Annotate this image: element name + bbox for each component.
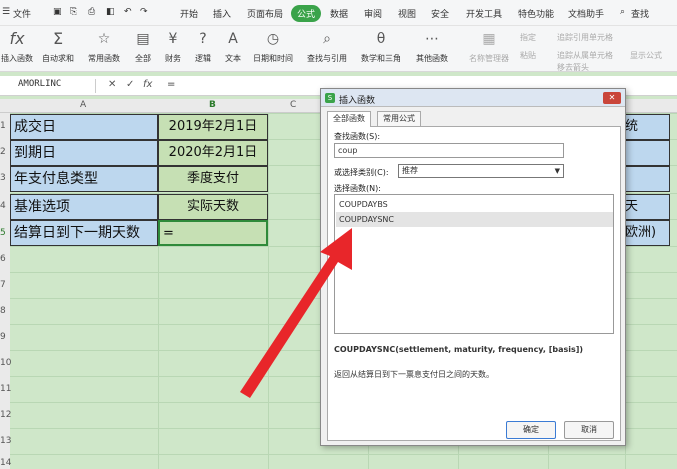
arrow-shape — [240, 228, 352, 398]
red-arrow-annotation — [240, 228, 352, 398]
tab-all-functions[interactable]: 全部函数 — [327, 111, 371, 127]
